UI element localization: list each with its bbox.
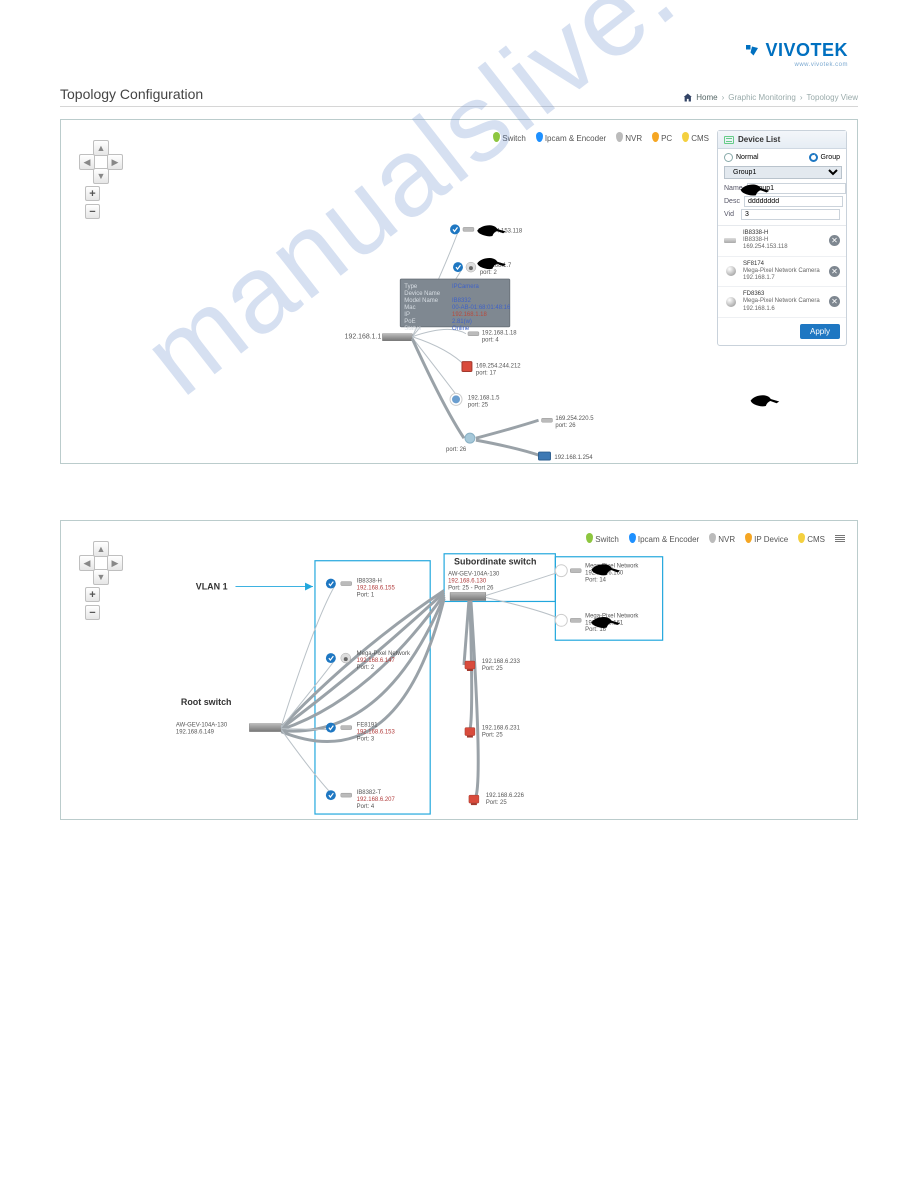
- svg-text:192.168.6.207: 192.168.6.207: [357, 797, 396, 803]
- svg-text:Mega-Pixel Network: Mega-Pixel Network: [585, 613, 638, 619]
- svg-text:192.168.1.18: 192.168.1.18: [452, 312, 487, 318]
- topology-panel-1: ▲ ▼ ◀ ▶ + − Switch Ipcam & Encoder NVR P…: [60, 119, 858, 464]
- svg-text:192.168.1.1: 192.168.1.1: [345, 334, 382, 341]
- svg-text:AW-GEV-104A-130: AW-GEV-104A-130: [448, 572, 500, 578]
- svg-text:PoE: PoE: [404, 319, 415, 325]
- svg-text:FE8191: FE8191: [357, 723, 379, 729]
- svg-text:port: 26: port: 26: [555, 423, 576, 429]
- svg-text:port: 17: port: 17: [476, 371, 497, 377]
- topology-canvas-2[interactable]: VLAN 1 Root switch AW-GEV-104A-130 192.1…: [61, 521, 857, 819]
- svg-text:IB8332: IB8332: [452, 298, 472, 304]
- svg-text:169.254.220.5: 169.254.220.5: [555, 416, 594, 422]
- svg-text:AW-GEV-104A-130: AW-GEV-104A-130: [176, 723, 228, 729]
- svg-text:192.168.6.153: 192.168.6.153: [357, 730, 396, 736]
- brand-logo: VIVOTEK www.vivotek.com: [743, 40, 848, 68]
- page-title: Topology Configuration: [60, 86, 203, 102]
- svg-text:Port: 3: Port: 3: [357, 737, 375, 743]
- pointer-hand-icon: [477, 225, 506, 236]
- svg-text:port: 4: port: 4: [482, 338, 500, 344]
- svg-text:Port: 25: Port: 25: [482, 733, 504, 739]
- svg-text:169.254.244.212: 169.254.244.212: [476, 364, 521, 370]
- topology-panel-2: ▲ ▼ ◀ ▶ + − Switch Ipcam & Encoder NVR I…: [60, 520, 858, 820]
- svg-text:Mega-Pixel Network: Mega-Pixel Network: [357, 651, 410, 657]
- svg-text:192.168.6.231: 192.168.6.231: [482, 726, 521, 732]
- svg-text:192.168.1.5: 192.168.1.5: [468, 395, 500, 401]
- svg-text:IP: IP: [404, 312, 410, 318]
- svg-text:192.168.6.155: 192.168.6.155: [357, 586, 396, 592]
- svg-text:Port: 14: Port: 14: [585, 578, 607, 584]
- svg-text:Device Name: Device Name: [404, 291, 440, 297]
- svg-text:Port: 2: Port: 2: [357, 665, 375, 671]
- logo-icon: [743, 42, 761, 60]
- svg-text:192.168.6.149: 192.168.6.149: [176, 730, 215, 736]
- pointer-hand-icon: [741, 184, 770, 195]
- svg-text:2.81(w): 2.81(w): [452, 319, 472, 325]
- svg-text:Online: Online: [452, 326, 470, 332]
- svg-text:port: 26: port: 26: [446, 447, 467, 453]
- svg-text:Port: 16: Port: 16: [585, 627, 607, 633]
- svg-text:192.168.1.254: 192.168.1.254: [554, 455, 593, 461]
- svg-text:Status: Status: [404, 326, 421, 332]
- svg-text:VLAN 1: VLAN 1: [196, 582, 228, 592]
- svg-text:IPCamera: IPCamera: [452, 284, 479, 290]
- svg-text:00-AB-01:68:01:48:16: 00-AB-01:68:01:48:16: [452, 305, 511, 311]
- crumb-page: Topology View: [807, 93, 858, 102]
- svg-text:Port: 25: Port: 25: [482, 666, 504, 672]
- crumb-home[interactable]: Home: [696, 93, 717, 102]
- svg-text:Port: 1: Port: 1: [357, 592, 375, 598]
- svg-text:192.168.6.226: 192.168.6.226: [486, 793, 525, 799]
- svg-text:IB8382-T: IB8382-T: [357, 790, 382, 796]
- svg-text:port: 2: port: 2: [480, 270, 498, 276]
- svg-text:Subordinate switch: Subordinate switch: [454, 557, 536, 567]
- svg-text:Port: 25: Port: 25: [486, 800, 508, 806]
- home-icon: [683, 93, 692, 102]
- svg-text:Port: 25 - Port 26: Port: 25 - Port 26: [448, 586, 494, 592]
- svg-text:192.168.1.18: 192.168.1.18: [482, 331, 517, 337]
- svg-text:Model Name: Model Name: [404, 298, 438, 304]
- svg-text:192.168.6.233: 192.168.6.233: [482, 659, 521, 665]
- svg-text:Type: Type: [404, 284, 418, 290]
- pointer-hand-icon: [751, 395, 780, 406]
- svg-text:port: 25: port: 25: [468, 402, 489, 408]
- breadcrumb: Home › Graphic Monitoring › Topology Vie…: [683, 93, 858, 102]
- svg-text:192.168.6.147: 192.168.6.147: [357, 658, 396, 664]
- svg-text:192.168.6.130: 192.168.6.130: [448, 579, 487, 585]
- topology-canvas-1[interactable]: 192.168.1.1 Type IPCamera Device Name Mod…: [61, 120, 857, 463]
- svg-text:Root switch: Root switch: [181, 697, 232, 707]
- crumb-section: Graphic Monitoring: [728, 93, 796, 102]
- svg-text:Port: 4: Port: 4: [357, 804, 375, 810]
- svg-text:IB8338-H: IB8338-H: [357, 579, 382, 585]
- svg-text:Mac: Mac: [404, 305, 415, 311]
